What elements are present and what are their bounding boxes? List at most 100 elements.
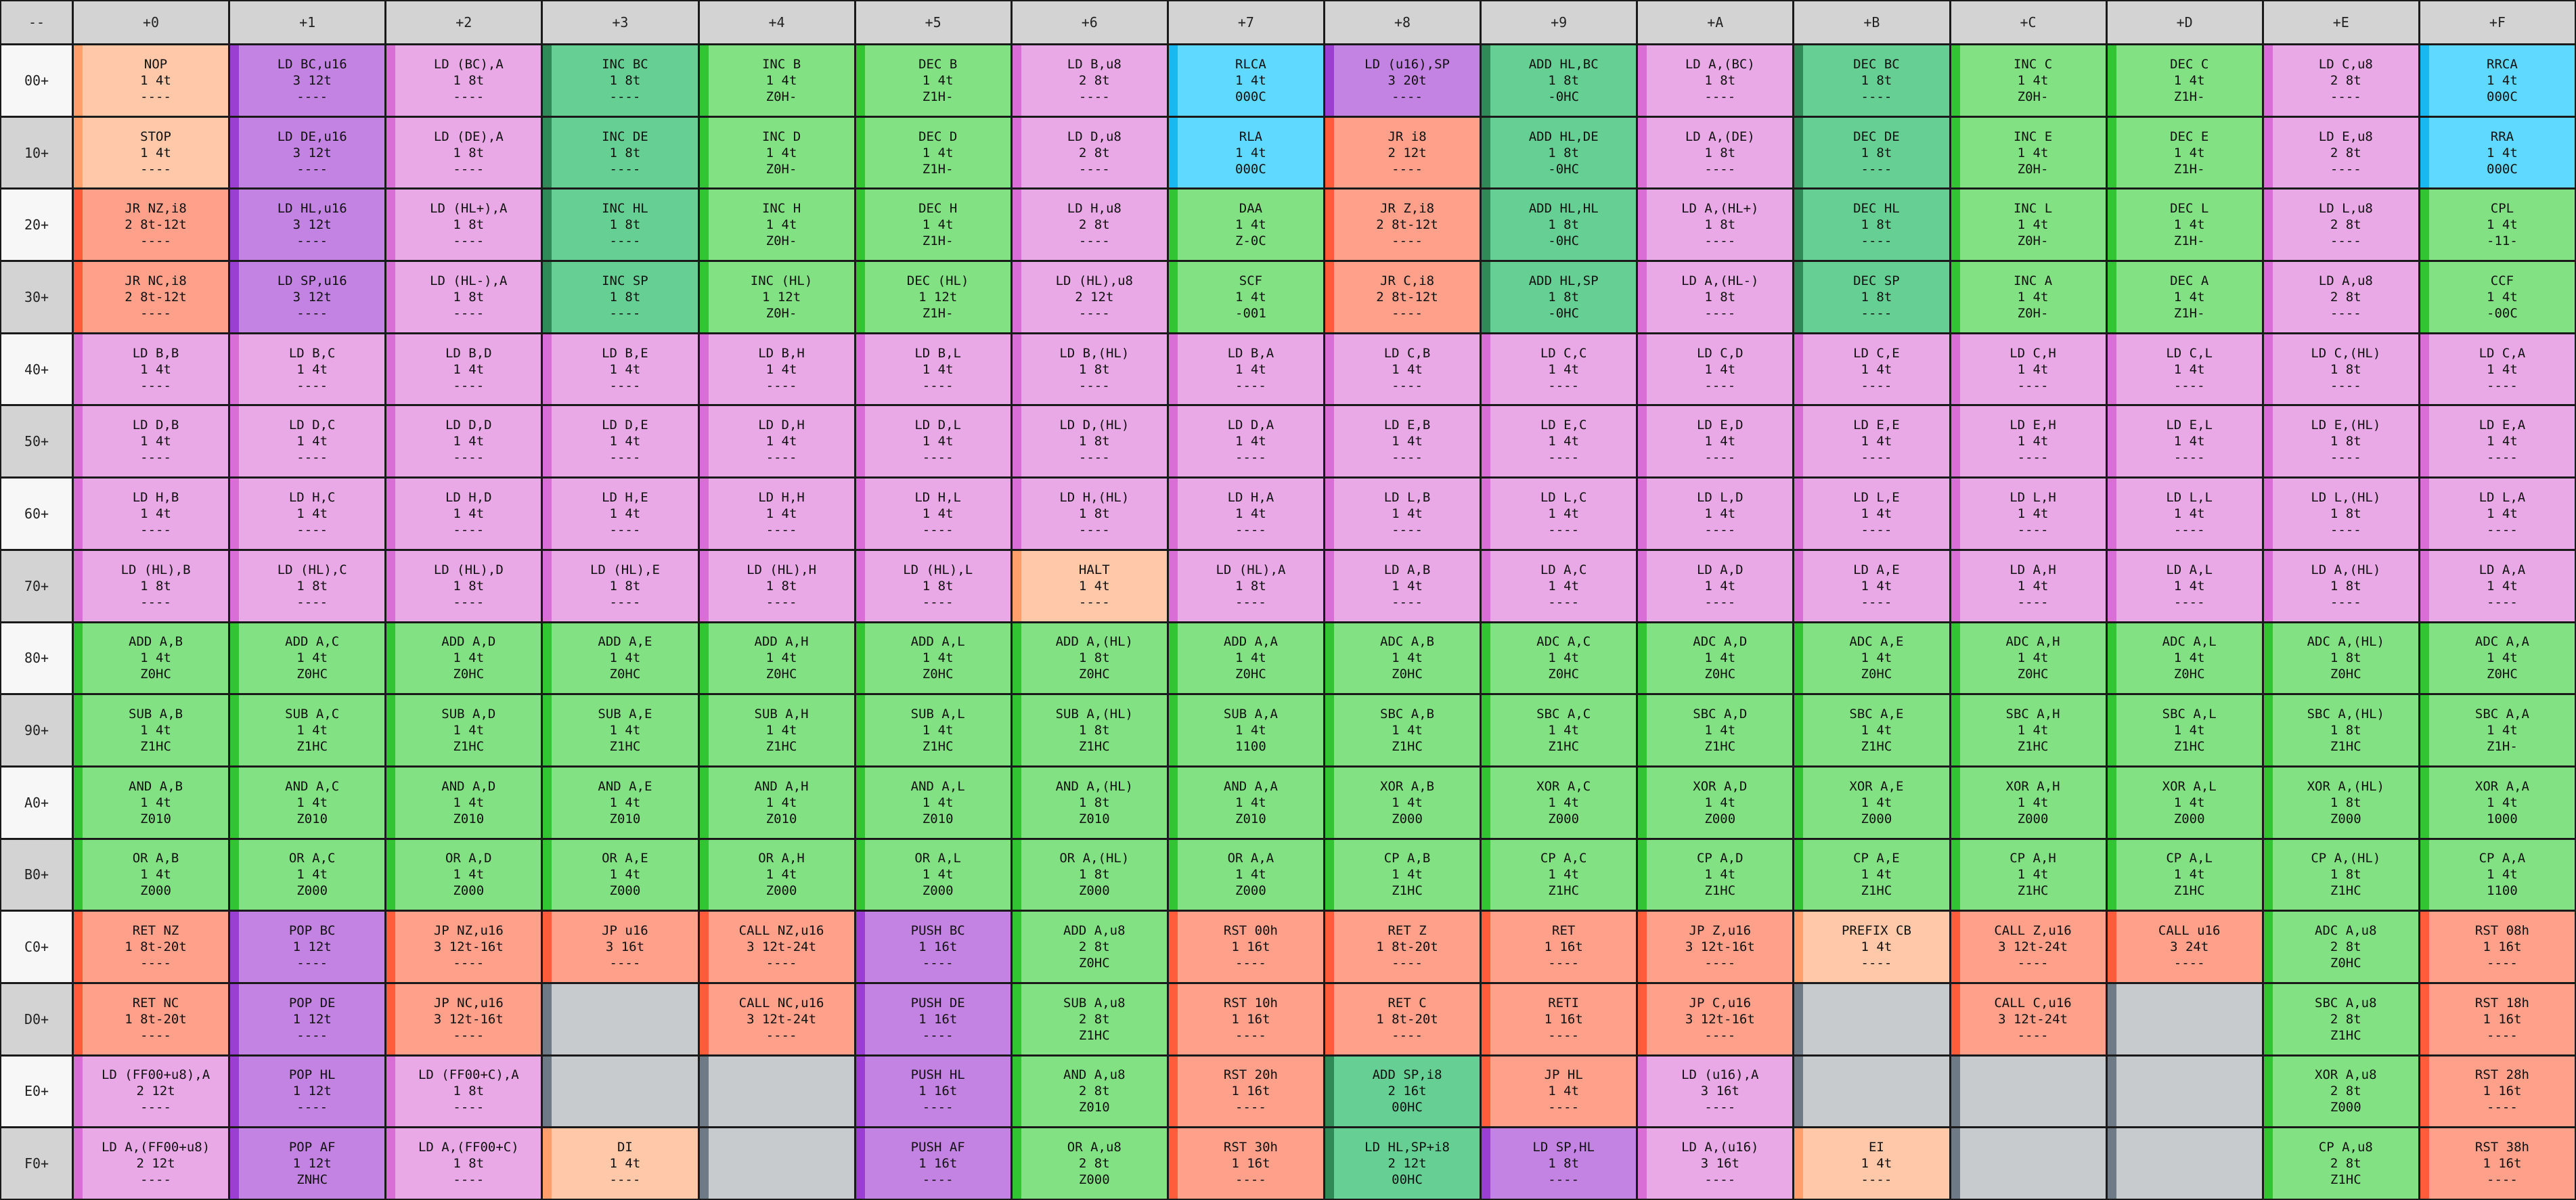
- opcode-cell[interactable]: LD E,A 1 4t ----: [2420, 406, 2575, 477]
- opcode-cell[interactable]: LD B,C 1 4t ----: [230, 334, 385, 405]
- opcode-cell[interactable]: LD H,H 1 4t ----: [699, 479, 854, 549]
- opcode-cell[interactable]: LD C,C 1 4t ----: [1482, 334, 1637, 405]
- opcode-cell[interactable]: LD H,L 1 4t ----: [856, 479, 1011, 549]
- opcode-cell[interactable]: AND A,u8 2 8t Z010: [1012, 1056, 1167, 1127]
- opcode-cell[interactable]: INC HL 1 8t ----: [543, 190, 698, 261]
- opcode-cell[interactable]: ADD HL,BC 1 8t -0HC: [1482, 45, 1637, 116]
- opcode-cell[interactable]: LD B,H 1 4t ----: [699, 334, 854, 405]
- opcode-cell[interactable]: LD L,D 1 4t ----: [1638, 479, 1793, 549]
- opcode-cell[interactable]: DEC SP 1 8t ----: [1794, 262, 1949, 332]
- opcode-cell[interactable]: ADD A,(HL) 1 8t Z0HC: [1012, 623, 1167, 694]
- opcode-cell[interactable]: RETI 1 16t ----: [1482, 983, 1637, 1054]
- opcode-cell[interactable]: ADD HL,DE 1 8t -0HC: [1482, 117, 1637, 188]
- opcode-cell[interactable]: LD C,(HL) 1 8t ----: [2263, 334, 2418, 405]
- opcode-cell[interactable]: RST 18h 1 16t ----: [2420, 983, 2575, 1054]
- opcode-cell[interactable]: OR A,D 1 4t Z000: [386, 839, 541, 910]
- opcode-cell[interactable]: CPL 1 4t -11-: [2420, 190, 2575, 261]
- opcode-cell[interactable]: CP A,L 1 4t Z1HC: [2107, 839, 2262, 910]
- opcode-cell[interactable]: INC B1 4t Z0H-: [699, 45, 854, 116]
- opcode-cell[interactable]: HALT 1 4t ----: [1012, 550, 1167, 621]
- opcode-cell[interactable]: LD B,B 1 4t ----: [74, 334, 229, 405]
- opcode-cell[interactable]: XOR A,D 1 4t Z000: [1638, 767, 1793, 838]
- opcode-cell[interactable]: AND A,H 1 4t Z010: [699, 767, 854, 838]
- opcode-cell[interactable]: RLA 1 4t 000C: [1168, 117, 1323, 188]
- opcode-cell[interactable]: LD E,H 1 4t ----: [1951, 406, 2106, 477]
- opcode-cell[interactable]: RST 00h 1 16t ----: [1168, 912, 1323, 982]
- opcode-cell[interactable]: LD L,u8 2 8t ----: [2263, 190, 2418, 261]
- opcode-cell[interactable]: RST 38h 1 16t ----: [2420, 1128, 2575, 1199]
- opcode-cell[interactable]: JP u16 3 16t ----: [543, 912, 698, 982]
- opcode-cell[interactable]: XOR A,B 1 4t Z000: [1325, 767, 1480, 838]
- opcode-cell[interactable]: LD L,A 1 4t ----: [2420, 479, 2575, 549]
- opcode-cell[interactable]: AND A,L 1 4t Z010: [856, 767, 1011, 838]
- opcode-cell[interactable]: DEC H1 4t Z1H-: [856, 190, 1011, 261]
- opcode-cell[interactable]: INC L1 4t Z0H-: [1951, 190, 2106, 261]
- opcode-cell[interactable]: POP HL 1 12t ----: [230, 1056, 385, 1127]
- opcode-cell[interactable]: SBC A,A 1 4t Z1H-: [2420, 695, 2575, 765]
- opcode-cell[interactable]: SUB A,L 1 4t Z1HC: [856, 695, 1011, 765]
- opcode-cell[interactable]: LD A,C 1 4t ----: [1482, 550, 1637, 621]
- opcode-cell[interactable]: LD C,B 1 4t ----: [1325, 334, 1480, 405]
- opcode-cell[interactable]: LD (HL),D 1 8t ----: [386, 550, 541, 621]
- opcode-cell[interactable]: LD D,(HL) 1 8t ----: [1012, 406, 1167, 477]
- opcode-cell[interactable]: ADC A,H 1 4t Z0HC: [1951, 623, 2106, 694]
- opcode-cell[interactable]: LD (HL+),A 1 8t ----: [386, 190, 541, 261]
- opcode-cell[interactable]: SBC A,u8 2 8t Z1HC: [2263, 983, 2418, 1054]
- opcode-cell[interactable]: LD H,D 1 4t ----: [386, 479, 541, 549]
- opcode-cell[interactable]: LD C,H 1 4t ----: [1951, 334, 2106, 405]
- opcode-cell[interactable]: LD A,(HL-) 1 8t ----: [1638, 262, 1793, 332]
- opcode-cell[interactable]: LD D,D 1 4t ----: [386, 406, 541, 477]
- opcode-cell[interactable]: ADD HL,HL 1 8t -0HC: [1482, 190, 1637, 261]
- opcode-cell[interactable]: JP NZ,u16 3 12t-16t ----: [386, 912, 541, 982]
- opcode-cell[interactable]: LD HL,SP+i8 2 12t 00HC: [1325, 1128, 1480, 1199]
- opcode-cell[interactable]: INC D1 4t Z0H-: [699, 117, 854, 188]
- opcode-cell[interactable]: LD SP,HL 1 8t ----: [1482, 1128, 1637, 1199]
- opcode-cell[interactable]: CP A,u8 2 8t Z1HC: [2263, 1128, 2418, 1199]
- opcode-cell[interactable]: OR A,A 1 4t Z000: [1168, 839, 1323, 910]
- opcode-cell[interactable]: INC SP 1 8t ----: [543, 262, 698, 332]
- opcode-cell[interactable]: LD A,(HL) 1 8t ----: [2263, 550, 2418, 621]
- opcode-cell[interactable]: ADC A,C 1 4t Z0HC: [1482, 623, 1637, 694]
- opcode-cell[interactable]: LD SP,u16 3 12t ----: [230, 262, 385, 332]
- opcode-cell[interactable]: LD E,E 1 4t ----: [1794, 406, 1949, 477]
- opcode-cell[interactable]: SUB A,E 1 4t Z1HC: [543, 695, 698, 765]
- opcode-cell[interactable]: DEC DE 1 8t ----: [1794, 117, 1949, 188]
- opcode-cell[interactable]: DEC E1 4t Z1H-: [2107, 117, 2262, 188]
- opcode-cell[interactable]: RST 10h 1 16t ----: [1168, 983, 1323, 1054]
- opcode-cell[interactable]: LD L,L 1 4t ----: [2107, 479, 2262, 549]
- opcode-cell[interactable]: SUB A,D 1 4t Z1HC: [386, 695, 541, 765]
- opcode-cell[interactable]: ADC A,B 1 4t Z0HC: [1325, 623, 1480, 694]
- opcode-cell[interactable]: JP HL 1 4t ----: [1482, 1056, 1637, 1127]
- opcode-cell[interactable]: LD A,(DE) 1 8t ----: [1638, 117, 1793, 188]
- opcode-cell[interactable]: JR NC,i8 2 8t-12t ----: [74, 262, 229, 332]
- opcode-cell[interactable]: AND A,(HL) 1 8t Z010: [1012, 767, 1167, 838]
- opcode-cell[interactable]: RST 08h 1 16t ----: [2420, 912, 2575, 982]
- opcode-cell[interactable]: LD E,L 1 4t ----: [2107, 406, 2262, 477]
- opcode-cell[interactable]: LD B,u8 2 8t ----: [1012, 45, 1167, 116]
- opcode-cell[interactable]: DEC A1 4t Z1H-: [2107, 262, 2262, 332]
- opcode-cell[interactable]: OR A,(HL) 1 8t Z000: [1012, 839, 1167, 910]
- opcode-cell[interactable]: LD L,C 1 4t ----: [1482, 479, 1637, 549]
- opcode-cell[interactable]: DEC (HL) 1 12t Z1H-: [856, 262, 1011, 332]
- opcode-cell[interactable]: RET C1 8t-20t ----: [1325, 983, 1480, 1054]
- opcode-cell[interactable]: LD H,E 1 4t ----: [543, 479, 698, 549]
- opcode-cell[interactable]: XOR A,A 1 4t 1000: [2420, 767, 2575, 838]
- opcode-cell[interactable]: LD E,C 1 4t ----: [1482, 406, 1637, 477]
- opcode-cell[interactable]: JR NZ,i8 2 8t-12t ----: [74, 190, 229, 261]
- opcode-cell[interactable]: INC A1 4t Z0H-: [1951, 262, 2106, 332]
- opcode-cell[interactable]: LD A,(HL+) 1 8t ----: [1638, 190, 1793, 261]
- opcode-cell[interactable]: LD B,(HL) 1 8t ----: [1012, 334, 1167, 405]
- opcode-cell[interactable]: POP AF 1 12t ZNHC: [230, 1128, 385, 1199]
- opcode-cell[interactable]: LD (HL),u8 2 12t ----: [1012, 262, 1167, 332]
- opcode-cell[interactable]: LD A,D 1 4t ----: [1638, 550, 1793, 621]
- opcode-cell[interactable]: ADD A,L 1 4t Z0HC: [856, 623, 1011, 694]
- opcode-cell[interactable]: LD (BC),A 1 8t ----: [386, 45, 541, 116]
- opcode-cell[interactable]: CP A,E 1 4t Z1HC: [1794, 839, 1949, 910]
- opcode-cell[interactable]: JP Z,u16 3 12t-16t ----: [1638, 912, 1793, 982]
- opcode-cell[interactable]: LD (HL),L 1 8t ----: [856, 550, 1011, 621]
- opcode-cell[interactable]: DEC B1 4t Z1H-: [856, 45, 1011, 116]
- opcode-cell[interactable]: ADC A,A 1 4t Z0HC: [2420, 623, 2575, 694]
- opcode-cell[interactable]: SUB A,C 1 4t Z1HC: [230, 695, 385, 765]
- opcode-cell[interactable]: LD C,E 1 4t ----: [1794, 334, 1949, 405]
- opcode-cell[interactable]: JR Z,i8 2 8t-12t ----: [1325, 190, 1480, 261]
